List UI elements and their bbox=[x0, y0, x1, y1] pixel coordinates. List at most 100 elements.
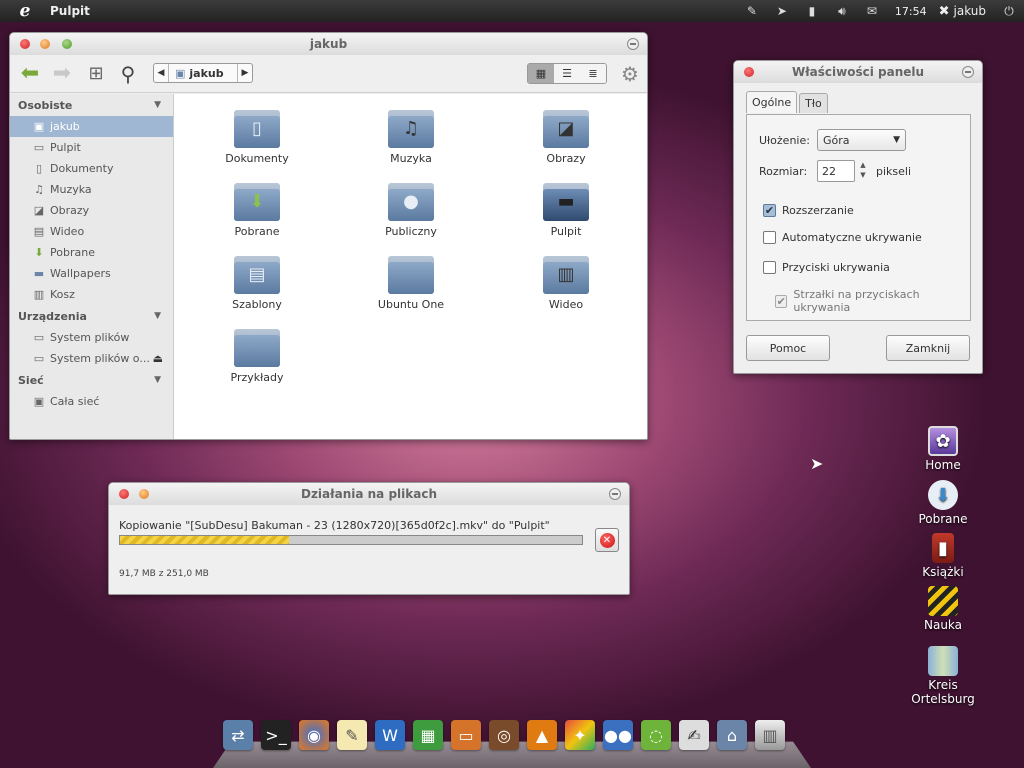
shade-icon[interactable] bbox=[609, 488, 621, 500]
desktop-icon-home[interactable]: ✿ Home bbox=[898, 426, 988, 472]
checkbox-hide-buttons[interactable]: Przyciski ukrywania bbox=[763, 261, 890, 274]
tab-background[interactable]: Tło bbox=[799, 93, 828, 113]
sidebar-item-pobrane[interactable]: ⬇ Pobrane bbox=[10, 242, 173, 263]
network-icon[interactable]: ⇄ bbox=[223, 720, 253, 750]
desktop-icon-kreis-ortelsburg[interactable]: Kreis Ortelsburg bbox=[898, 646, 988, 706]
folder-dokumenty[interactable]: ▯ Dokumenty bbox=[207, 110, 307, 165]
file-manager-titlebar[interactable]: jakub bbox=[10, 33, 647, 55]
folder-obrazy[interactable]: ◪ Obrazy bbox=[516, 110, 616, 165]
trash-icon[interactable]: ▥ bbox=[755, 720, 785, 750]
sidebar-section-devices[interactable]: Urządzenia ▼ bbox=[10, 305, 173, 327]
close-button[interactable]: Zamknij bbox=[886, 335, 970, 361]
collapse-triangle-icon[interactable]: ▼ bbox=[154, 100, 161, 110]
folder-przyklady[interactable]: Przykłady bbox=[207, 329, 307, 384]
path-crumb-label: jakub bbox=[189, 66, 224, 80]
text-editor-icon[interactable]: ✎ bbox=[337, 720, 367, 750]
folder-wideo[interactable]: ▥ Wideo bbox=[516, 256, 616, 311]
checkbox-expand[interactable]: ✔ Rozszerzanie bbox=[763, 204, 854, 217]
paint-icon[interactable]: ✦ bbox=[565, 720, 595, 750]
folder-ubuntu-one[interactable]: Ubuntu One bbox=[361, 256, 461, 311]
close-icon[interactable] bbox=[20, 39, 30, 49]
sidebar-item-pulpit[interactable]: ▭ Pulpit bbox=[10, 137, 173, 158]
path-right-arrow-icon[interactable]: ▶ bbox=[238, 68, 252, 78]
mail-icon[interactable]: ✉ bbox=[857, 0, 887, 22]
sidebar-section-network[interactable]: Sieć ▼ bbox=[10, 369, 173, 391]
shade-icon[interactable] bbox=[627, 38, 639, 50]
shade-icon[interactable] bbox=[962, 66, 974, 78]
speaker-icon[interactable]: ◎ bbox=[489, 720, 519, 750]
spin-up-down-icon[interactable]: ▲ ▼ bbox=[857, 160, 869, 182]
music-folder-icon: ♫ bbox=[388, 110, 434, 148]
maximize-icon[interactable] bbox=[62, 39, 72, 49]
folder-muzyka[interactable]: ♫ Muzyka bbox=[361, 110, 461, 165]
folder-publiczny[interactable]: ● Publiczny bbox=[361, 183, 461, 238]
file-operations-window: Działania na plikach Kopiowanie "[SubDes… bbox=[108, 482, 630, 595]
gimp-icon[interactable]: ✍ bbox=[679, 720, 709, 750]
desktop-icon-nauka[interactable]: Nauka bbox=[898, 586, 988, 632]
folder-pobrane[interactable]: ⬇ Pobrane bbox=[207, 183, 307, 238]
vlc-icon[interactable]: ▲ bbox=[527, 720, 557, 750]
collapse-triangle-icon[interactable]: ▼ bbox=[154, 311, 161, 321]
user-menu[interactable]: ✖ jakub bbox=[935, 4, 994, 19]
sidebar-item-wideo[interactable]: ▤ Wideo bbox=[10, 221, 173, 242]
power-icon[interactable]: ⏻ bbox=[994, 0, 1024, 22]
cancel-copy-button[interactable]: ✕ bbox=[595, 528, 619, 552]
elementary-logo-icon[interactable]: ℯ bbox=[14, 0, 36, 22]
sidebar-item-muzyka[interactable]: ♫ Muzyka bbox=[10, 179, 173, 200]
path-left-arrow-icon[interactable]: ◀ bbox=[154, 68, 168, 78]
desktop-icon-pobrane[interactable]: ⬇ Pobrane bbox=[898, 480, 988, 526]
firefox-icon[interactable]: ◉ bbox=[299, 720, 329, 750]
file-ops-titlebar[interactable]: Działania na plikach bbox=[109, 483, 629, 505]
desktop-icon-ksiazki[interactable]: ▮ Książki bbox=[898, 533, 988, 579]
pidgin-icon[interactable]: ●● bbox=[603, 720, 633, 750]
folder-szablony[interactable]: ▤ Szablony bbox=[207, 256, 307, 311]
placement-combo[interactable]: Góra ▼ bbox=[817, 129, 906, 151]
active-app-name[interactable]: Pulpit bbox=[50, 4, 90, 18]
terminal-icon[interactable]: >_ bbox=[261, 720, 291, 750]
close-icon[interactable] bbox=[744, 67, 754, 77]
clock[interactable]: 17:54 bbox=[887, 5, 935, 18]
calc-icon[interactable]: ▦ bbox=[413, 720, 443, 750]
help-button[interactable]: Pomoc bbox=[746, 335, 830, 361]
collapse-triangle-icon[interactable]: ▼ bbox=[154, 375, 161, 385]
sidebar-item-wallpapers[interactable]: ▬ Wallpapers bbox=[10, 263, 173, 284]
dialog-titlebar[interactable]: Właściwości panelu bbox=[734, 61, 982, 83]
close-icon[interactable] bbox=[119, 489, 129, 499]
icon-view-icon[interactable]: ▦ bbox=[528, 64, 554, 83]
battery-icon[interactable]: ▮ bbox=[797, 0, 827, 22]
sidebar-item-network[interactable]: ▣ Cała sieć bbox=[10, 391, 173, 412]
sidebar-item-filesystem[interactable]: ▭ System plików bbox=[10, 327, 173, 348]
minimize-icon[interactable] bbox=[139, 489, 149, 499]
eject-icon[interactable]: ⏏ bbox=[153, 352, 163, 365]
ubuntu-one-icon[interactable]: ◌ bbox=[641, 720, 671, 750]
checkbox-autohide[interactable]: Automatyczne ukrywanie bbox=[763, 231, 922, 244]
public-folder-icon: ● bbox=[388, 183, 434, 221]
forward-arrow-icon[interactable]: ➡ bbox=[48, 60, 76, 88]
compact-view-icon[interactable]: ≣ bbox=[580, 64, 606, 83]
network-icon[interactable]: ✎ bbox=[737, 0, 767, 22]
back-arrow-icon[interactable]: ⬅ bbox=[16, 60, 44, 88]
progress-text: 91,7 MB z 251,0 MB bbox=[119, 569, 209, 579]
sidebar-item-label: Kosz bbox=[50, 288, 75, 301]
search-icon[interactable]: ⚲ bbox=[114, 60, 142, 88]
path-crumb-home[interactable]: ▣ jakub bbox=[168, 64, 238, 82]
file-view[interactable]: ▯ Dokumenty ♫ Muzyka ◪ Obrazy ⬇ Pobrane ● Pub… bbox=[173, 94, 647, 439]
gear-icon[interactable]: ⚙ bbox=[619, 62, 641, 86]
volume-icon[interactable]: 🔊︎ bbox=[827, 0, 857, 22]
minimize-icon[interactable] bbox=[40, 39, 50, 49]
sidebar-item-dokumenty[interactable]: ▯ Dokumenty bbox=[10, 158, 173, 179]
sidebar-section-personal[interactable]: Osobiste ▼ bbox=[10, 94, 173, 116]
size-spinner-input[interactable]: 22 bbox=[817, 160, 855, 182]
list-view-icon[interactable]: ☰ bbox=[554, 64, 580, 83]
home-folder-icon[interactable]: ⌂ bbox=[717, 720, 747, 750]
sidebar-item-jakub[interactable]: ▣ jakub bbox=[10, 116, 173, 137]
writer-icon[interactable]: W bbox=[375, 720, 405, 750]
sidebar-item-kosz[interactable]: ▥ Kosz bbox=[10, 284, 173, 305]
pointer-icon[interactable]: ➤ bbox=[767, 0, 797, 22]
impress-icon[interactable]: ▭ bbox=[451, 720, 481, 750]
sidebar-item-obrazy[interactable]: ◪ Obrazy bbox=[10, 200, 173, 221]
tab-general[interactable]: Ogólne bbox=[746, 91, 798, 113]
new-folder-icon[interactable]: ⊞ bbox=[82, 60, 110, 88]
sidebar-item-filesystem-2[interactable]: ▭ System plików o... ⏏ bbox=[10, 348, 173, 369]
folder-pulpit[interactable]: ▬ Pulpit bbox=[516, 183, 616, 238]
